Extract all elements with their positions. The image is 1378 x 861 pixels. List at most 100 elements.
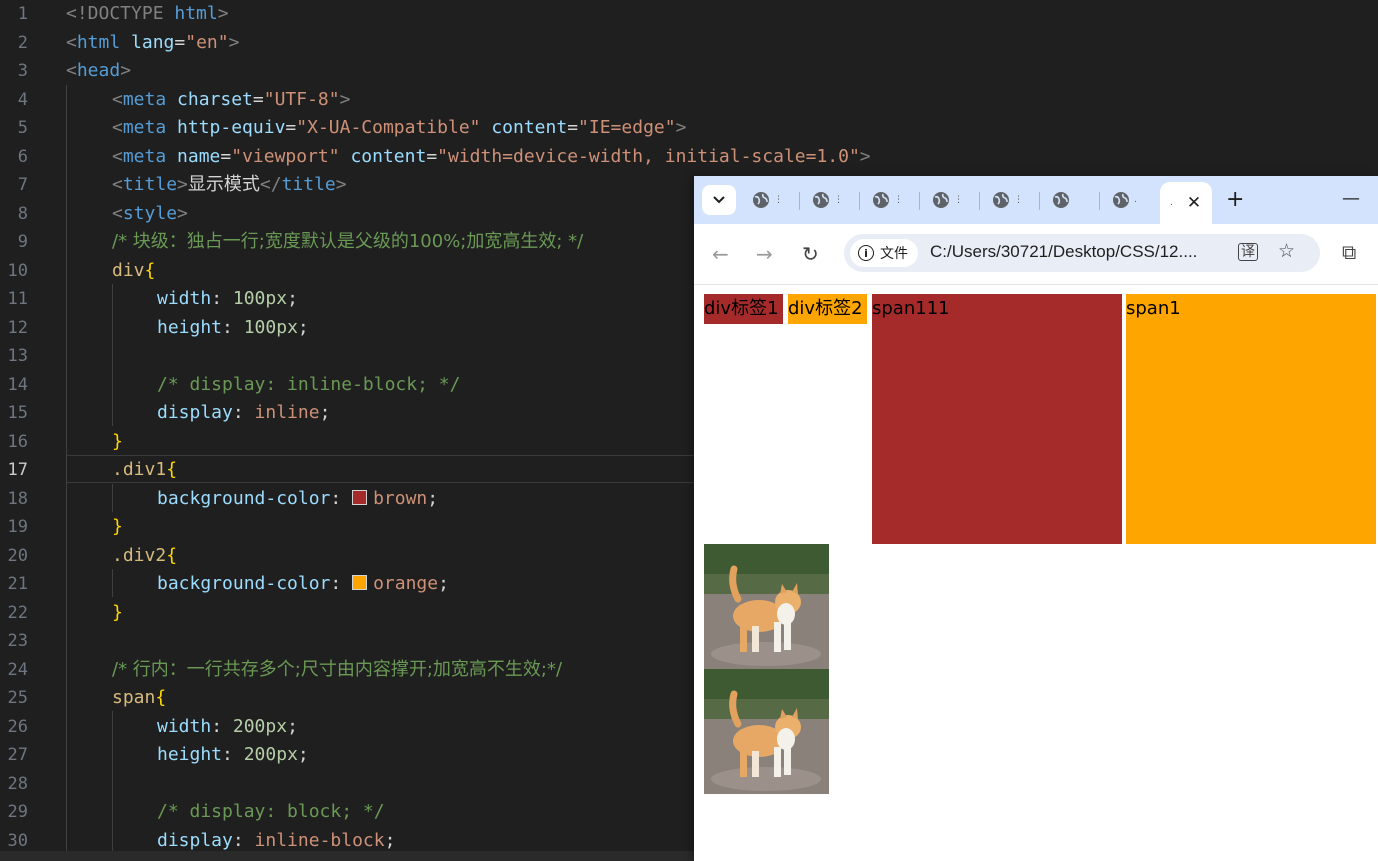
code-token: "viewport" [231, 145, 340, 167]
tab-2[interactable]: ⋮ [802, 186, 860, 214]
code-token: "UTF-8" [263, 88, 340, 110]
code-token: ; [297, 316, 309, 338]
line-number: 29 [7, 802, 28, 822]
code-token: < [66, 60, 77, 81]
tab-label: ⋮ [954, 195, 963, 205]
code-token: < [112, 88, 123, 110]
line-number: 16 [7, 431, 28, 452]
code-token: : [330, 573, 353, 594]
code-token: = [174, 31, 186, 53]
code-token: <!DOCTYPE [66, 3, 164, 24]
code-line[interactable]: 3 <head> [0, 57, 1378, 86]
code-line[interactable]: 4 <meta charset="UTF-8"> [0, 86, 1378, 115]
tab-3[interactable]: ⋮ [862, 186, 920, 214]
tab-label: . [1170, 198, 1173, 208]
back-button[interactable]: ← [712, 242, 729, 266]
tab-active[interactable]: . ✕ [1160, 182, 1212, 224]
site-info-chip[interactable]: i 文件 [850, 239, 918, 267]
line-number: 6 [17, 146, 28, 167]
code-comment: /* 行内：一行共存多个;尺寸由内容撑开;加宽高不生效;*/ [112, 658, 563, 680]
new-tab-button[interactable]: + [1226, 188, 1244, 212]
code-token: .div1 [112, 459, 167, 480]
code-token: { [155, 687, 167, 708]
tab-6[interactable] [1042, 186, 1100, 214]
line-number: 5 [17, 118, 28, 138]
star-icon[interactable]: ☆ [1278, 240, 1295, 262]
tab-separator [979, 192, 980, 210]
line-number: 21 [7, 574, 28, 594]
globe-icon [1113, 192, 1129, 208]
browser-window: ⋮ ⋮ ⋮ ⋮ ⋮. . ✕ + — ← → ↻ i 文件 C:/Users/30721… [694, 176, 1378, 861]
browser-toolbar: ← → ↻ i 文件 C:/Users/30721/Desktop/CSS/12… [694, 224, 1378, 285]
code-token: </ [259, 174, 282, 195]
forward-button[interactable]: → [756, 242, 773, 266]
line-number: 4 [17, 89, 28, 110]
line-number: 7 [17, 175, 28, 195]
extensions-icon[interactable]: ⧉ [1342, 240, 1356, 264]
address-bar[interactable]: i 文件 C:/Users/30721/Desktop/CSS/12.... 译… [844, 234, 1320, 272]
code-token: : [232, 829, 255, 851]
code-line[interactable]: 1 <!DOCTYPE html> [0, 0, 1378, 29]
code-token: > [335, 174, 347, 195]
code-token: : [222, 744, 244, 765]
code-token: title [281, 174, 336, 195]
code-token: meta [122, 117, 167, 138]
tab-1[interactable]: ⋮ [742, 186, 800, 214]
code-token: html [76, 31, 121, 53]
color-swatch-brown[interactable] [352, 489, 368, 505]
code-token: span [112, 687, 156, 708]
minimize-button[interactable]: — [1342, 188, 1360, 209]
tab-search-button[interactable] [702, 185, 736, 215]
tab-5[interactable]: ⋮ [982, 186, 1040, 214]
code-token: ; [319, 402, 331, 423]
globe-icon [993, 192, 1009, 208]
code-token: : [232, 402, 255, 423]
code-token: div [112, 259, 145, 281]
code-token: brown [373, 487, 428, 509]
code-token: meta [122, 88, 167, 110]
tab-separator [859, 192, 860, 210]
code-token: content [339, 145, 427, 167]
code-comment: /* 块级：独占一行;宽度默认是父级的100%;加宽高生效; */ [112, 231, 584, 252]
reload-button[interactable]: ↻ [802, 242, 819, 266]
code-token: height [157, 316, 223, 338]
line-number: 19 [7, 517, 28, 537]
code-token: charset [166, 88, 253, 110]
code-token: { [166, 544, 178, 566]
code-token: = [252, 88, 264, 110]
code-token: display [157, 402, 233, 423]
color-swatch-orange[interactable] [352, 575, 368, 590]
code-token: "IE=edge" [578, 117, 676, 138]
code-token: title [122, 174, 178, 195]
code-line[interactable]: 6 <meta name="viewport" content="width=de… [0, 143, 1378, 172]
code-line[interactable]: 2 <html lang="en"> [0, 29, 1378, 58]
horizontal-scrollbar[interactable] [0, 851, 694, 861]
url-text[interactable]: C:/Users/30721/Desktop/CSS/12.... [930, 242, 1197, 262]
tab-label: ⋮ [894, 195, 903, 205]
line-number: 10 [7, 260, 28, 281]
code-token: < [66, 31, 77, 53]
line-number: 11 [7, 289, 28, 309]
div1-box: div标签1 [704, 294, 783, 324]
translate-icon[interactable]: 译 [1238, 243, 1258, 261]
tab-4[interactable]: ⋮ [922, 186, 980, 214]
code-token: = [220, 145, 232, 167]
code-token: height [157, 744, 223, 765]
globe-icon [933, 192, 949, 208]
line-number: 24 [7, 659, 28, 680]
code-token: { [144, 259, 156, 281]
code-token: > [217, 3, 229, 24]
line-number: 20 [7, 545, 28, 566]
tab-separator [1099, 192, 1100, 210]
close-icon[interactable]: ✕ [1187, 193, 1201, 213]
code-token: display [157, 829, 233, 851]
tab-label: ⋮ [834, 195, 843, 205]
code-token: : [330, 487, 353, 509]
tab-7[interactable]: . [1102, 186, 1160, 214]
site-info-label: 文件 [880, 246, 908, 262]
line-number: 27 [7, 745, 28, 765]
web-page-content: div标签1 div标签2 span111 span1 [694, 285, 1378, 861]
code-token: ; [427, 487, 439, 509]
code-line[interactable]: 5 <meta http-equiv="X-UA-Compatible" cont… [0, 114, 1378, 143]
line-number: 26 [7, 716, 28, 737]
